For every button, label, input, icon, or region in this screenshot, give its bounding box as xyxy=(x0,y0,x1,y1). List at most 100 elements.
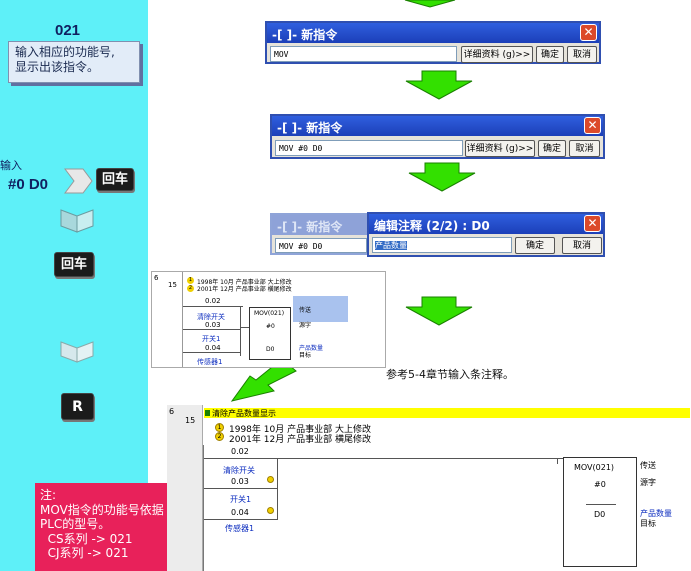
contact-label-2: 开关1 xyxy=(230,495,252,504)
details-button[interactable]: 详细资料 (g)>> xyxy=(461,46,533,63)
rung-wire xyxy=(183,306,243,307)
comment-marker xyxy=(205,410,210,416)
marker-label: 2 xyxy=(217,433,222,440)
input-label: 输入 xyxy=(0,159,22,172)
rung-wire xyxy=(183,329,241,330)
new-instruction-dialog-1: -[ ]- 新指令 ✕ MOV 详细资料 (g)>> 确定 取消 xyxy=(265,21,601,64)
tip-line-2: 显示出该指令。 xyxy=(15,60,100,74)
rung-comment-bar: 清除产品数量显示 xyxy=(204,408,690,418)
contact-label-3: 传感器1 xyxy=(225,524,255,533)
operand-dest: D0 xyxy=(594,510,606,519)
close-icon[interactable]: ✕ xyxy=(584,215,601,232)
dialog-title: -[ ]- 新指令 xyxy=(277,220,343,234)
right-label-transfer: 传送 xyxy=(640,461,656,470)
right-label-source: 源字 xyxy=(640,478,656,487)
rung-wire xyxy=(557,458,558,464)
operand-source: #0 xyxy=(266,323,275,330)
rung-wire xyxy=(240,306,241,356)
contact-address-2: 0.03 xyxy=(231,477,249,486)
dialog-title-bar: -[ ]- 新指令 xyxy=(267,23,599,43)
open-book-icon-2 xyxy=(60,341,94,363)
step-number: 15 xyxy=(168,281,177,289)
chevron-right-icon xyxy=(64,168,93,194)
instruction-input[interactable]: MOV xyxy=(270,46,457,62)
rung-wire xyxy=(241,327,249,328)
rung-number-gutter xyxy=(167,405,203,571)
contact-marker-1 xyxy=(267,476,274,483)
dialog-title-bar: 编辑注释 (2/2) : D0 xyxy=(369,214,603,234)
contact-address-3: 0.04 xyxy=(205,344,221,352)
instruction-name: MOV(021) xyxy=(254,310,285,317)
new-instruction-dialog-3: -[ ]- 新指令 MOV #0 D0 xyxy=(270,213,370,255)
operand-underline xyxy=(586,504,616,505)
close-icon[interactable]: ✕ xyxy=(584,117,601,134)
comment-input-selected-text: 产品数量 xyxy=(375,241,407,250)
rung-wire xyxy=(204,458,564,459)
history-line-2: 2001年 12月 产品事业部 横尾修改 xyxy=(197,286,292,293)
new-instruction-dialog-2: -[ ]- 新指令 ✕ MOV #0 D0 详细资料 (g)>> 确定 取消 xyxy=(270,114,605,159)
contact-label-3: 传感器1 xyxy=(197,358,223,366)
cancel-button[interactable]: 取消 xyxy=(567,46,597,63)
down-arrow-icon xyxy=(404,0,456,8)
edit-comment-dialog: 编辑注释 (2/2) : D0 ✕ 产品数量 确定 取消 xyxy=(367,212,605,257)
history-marker-2: 2 xyxy=(215,432,224,441)
enter-key-1: 回车 xyxy=(96,168,134,191)
history-marker-1: 1 xyxy=(215,423,224,432)
instruction-input[interactable]: MOV #0 D0 xyxy=(275,140,463,156)
operand-source: #0 xyxy=(594,480,606,489)
r-key: R xyxy=(61,393,94,420)
comment-input[interactable]: 产品数量 xyxy=(372,237,512,253)
down-arrow-icon-2 xyxy=(408,162,476,192)
ladder-diagram: 6 15 清除产品数量显示 1 2 1998年 10月 产品事业部 大上修改 2… xyxy=(167,405,690,571)
contact-address-2: 0.03 xyxy=(205,321,221,329)
enter-key-2: 回车 xyxy=(54,252,94,277)
cancel-button[interactable]: 取消 xyxy=(569,140,600,157)
rung-number: 6 xyxy=(154,274,159,282)
left-bus-bar xyxy=(203,445,204,571)
mov-instruction-box: MOV(021) #0 D0 xyxy=(563,457,637,567)
marker-label: 1 xyxy=(188,277,193,283)
rung-wire xyxy=(277,458,278,520)
dialog-title-bar-inactive: -[ ]- 新指令 xyxy=(272,215,368,235)
rung-wire xyxy=(204,488,277,489)
instruction-input[interactable]: MOV #0 D0 xyxy=(275,238,367,253)
left-bus-bar xyxy=(182,272,183,367)
down-arrow-icon-3 xyxy=(405,296,473,326)
open-book-icon xyxy=(60,209,94,233)
contact-address-3: 0.04 xyxy=(231,508,249,517)
mov-instruction-box: MOV(021) #0 D0 xyxy=(249,307,291,360)
right-label-source: 源字 xyxy=(299,322,312,329)
details-button[interactable]: 详细资料 (g)>> xyxy=(465,140,535,157)
rung-wire xyxy=(204,519,277,520)
step-number: 15 xyxy=(185,416,196,425)
ok-button[interactable]: 确定 xyxy=(538,140,566,157)
key-sequence-text: #0 D0 xyxy=(8,176,49,193)
tip-line-1: 输入相应的功能号, xyxy=(15,45,115,59)
history-line-2: 2001年 12月 产品事业部 横尾修改 xyxy=(229,435,371,445)
down-arrow-icon-1 xyxy=(405,70,473,100)
contact-address-1: 0.02 xyxy=(231,447,249,456)
operand-dest: D0 xyxy=(266,346,275,353)
marker-label: 2 xyxy=(188,285,193,291)
dialog-title-bar: -[ ]- 新指令 xyxy=(272,116,603,136)
reference-note: 参考5-4章节输入条注释。 xyxy=(386,368,514,381)
history-marker-1: 1 xyxy=(187,277,194,284)
ok-button[interactable]: 确定 xyxy=(536,46,564,63)
cancel-button[interactable]: 取消 xyxy=(562,237,602,254)
contact-address-1: 0.02 xyxy=(205,297,221,305)
close-icon[interactable]: ✕ xyxy=(580,24,597,41)
right-label-transfer: 传送 xyxy=(299,307,312,314)
rung-number: 6 xyxy=(169,407,175,416)
ladder-preview-small: 6 15 1 2 1998年 10月 产品事业部 大上修改 2001年 12月 … xyxy=(151,271,386,368)
contact-marker-2 xyxy=(267,507,274,514)
contact-label-1: 清除开关 xyxy=(223,466,255,475)
right-label-target: 目标 xyxy=(299,352,312,359)
contact-label-2: 开关1 xyxy=(202,335,221,343)
dialog-title: -[ ]- 新指令 xyxy=(272,28,338,42)
ok-button[interactable]: 确定 xyxy=(515,237,555,254)
rung-comment: 清除产品数量显示 xyxy=(212,409,276,418)
marker-label: 1 xyxy=(217,424,222,431)
step-number: 021 xyxy=(55,22,81,39)
instruction-name: MOV(021) xyxy=(574,463,615,472)
rung-wire xyxy=(183,352,241,353)
